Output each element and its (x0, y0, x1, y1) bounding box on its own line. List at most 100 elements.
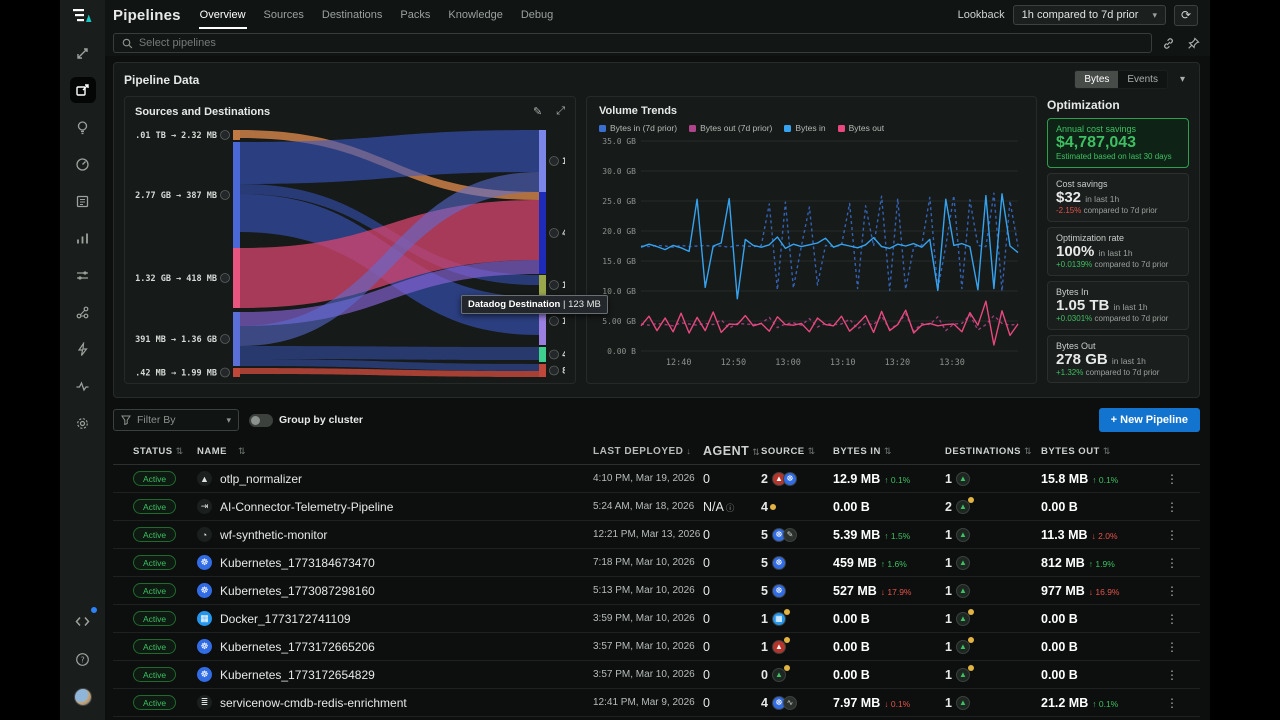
unit-toggle-events[interactable]: Events (1118, 71, 1167, 88)
column-header-source[interactable]: SOURCE⇅ (761, 446, 833, 457)
table-row[interactable]: Active≣servicenow-cmdb-redis-enrichment1… (113, 689, 1200, 717)
column-header-name[interactable]: NAME⇅ (197, 446, 593, 457)
column-header-status[interactable]: STATUS⇅ (113, 446, 197, 457)
app-logo[interactable] (71, 6, 95, 26)
lookback-select[interactable]: 1h compared to 7d prior ▾ (1013, 5, 1166, 25)
column-header-agent[interactable]: AGENT⇅ (703, 444, 761, 458)
copy-link-icon[interactable] (1162, 37, 1175, 50)
table-row[interactable]: Active☸Kubernetes_17731726652063:57 PM, … (113, 633, 1200, 661)
row-actions-kebab[interactable]: ⋮ (1157, 528, 1187, 542)
collapse-chevron-icon[interactable]: ▾ (1176, 74, 1189, 85)
expand-icon[interactable]: ⤢ (556, 105, 565, 118)
unit-toggle-bytes[interactable]: Bytes (1075, 71, 1118, 88)
svg-text:?: ? (80, 655, 85, 664)
table-row[interactable]: Active◔wf-synthetic-monitor12:21 PM, Mar… (113, 521, 1200, 549)
metric-card-bytes-in: Bytes In1.05 TB in last 1h+0.0301% compa… (1047, 281, 1189, 330)
docker-chip-icon: ▦ (772, 612, 786, 626)
row-actions-kebab[interactable]: ⋮ (1157, 584, 1187, 598)
k8s-chip-icon: ☸ (772, 584, 786, 598)
pipeline-name: Kubernetes_1773172654829 (220, 668, 375, 682)
last-deployed: 5:13 PM, Mar 10, 2026 (593, 585, 703, 596)
ed-chip-icon: ▲ (956, 612, 970, 626)
sankey-destination-label: 1.36 GB (562, 157, 565, 167)
pipeline-name: Kubernetes_1773184673470 (220, 556, 375, 570)
metrics-icon[interactable] (70, 225, 96, 251)
row-actions-kebab[interactable]: ⋮ (1157, 612, 1187, 626)
svg-text:35.0 GB: 35.0 GB (602, 137, 636, 146)
user-avatar[interactable] (70, 684, 96, 710)
bytes-out-cell: 0.00 B (1041, 500, 1157, 514)
bytes-in-cell: 459 MB↑ 1.6% (833, 556, 945, 570)
pipeline-name: wf-synthetic-monitor (220, 528, 327, 542)
table-row[interactable]: Active▦Docker_17731727411093:59 PM, Mar … (113, 605, 1200, 633)
column-header-bytes-out[interactable]: BYTES OUT⇅ (1041, 446, 1157, 457)
legend-item[interactable]: Bytes out (7d prior) (689, 123, 772, 133)
logs-icon[interactable] (70, 188, 96, 214)
tab-sources[interactable]: Sources (263, 1, 305, 29)
fleet-icon[interactable] (70, 299, 96, 325)
status-badge: Active (133, 639, 176, 654)
refresh-button[interactable]: ⟳ (1174, 5, 1198, 26)
new-pipeline-button[interactable]: + New Pipeline (1099, 408, 1200, 432)
tab-debug[interactable]: Debug (520, 1, 554, 29)
sankey-diagram[interactable]: 1.01 TB → 2.32 MB2.77 GB → 387 MB1.32 GB… (135, 122, 565, 386)
ed-chip-icon: ▲ (772, 668, 786, 682)
insights-icon[interactable] (70, 114, 96, 140)
tab-knowledge[interactable]: Knowledge (447, 1, 503, 29)
filter-by-select[interactable]: Filter By ▾ (113, 409, 239, 431)
sankey-source-label: 2.77 GB → 387 MB (135, 191, 217, 201)
row-actions-kebab[interactable]: ⋮ (1157, 472, 1187, 486)
row-actions-kebab[interactable]: ⋮ (1157, 668, 1187, 682)
chevron-down-icon: ▾ (226, 415, 231, 426)
agent-count: 0 (703, 612, 761, 626)
bytes-in-cell: 12.9 MB↑ 0.1% (833, 472, 945, 486)
row-actions-kebab[interactable]: ⋮ (1157, 500, 1187, 514)
column-header-bytes-in[interactable]: BYTES IN⇅ (833, 446, 945, 457)
tab-overview[interactable]: Overview (199, 1, 247, 29)
last-deployed: 7:18 PM, Mar 10, 2026 (593, 557, 703, 568)
ed-chip-icon: ▲ (956, 528, 970, 542)
column-header-destinations[interactable]: DESTINATIONS⇅ (945, 446, 1041, 457)
edit-icon[interactable]: ✎ (533, 105, 542, 118)
bytes-out-cell: 977 MB↓ 16.9% (1041, 584, 1157, 598)
sankey-destination-label: 8.52 MB (562, 367, 565, 377)
volume-trends-chart[interactable]: 0.00 B5.00 GB10.0 GB15.0 GB20.0 GB25.0 G… (599, 135, 1024, 373)
left-sidebar: ? (60, 0, 105, 720)
k8s-icon: ☸ (197, 555, 212, 570)
table-header: STATUS⇅NAME⇅LAST DEPLOYED↓AGENT⇅SOURCE⇅B… (113, 444, 1200, 465)
legend-item[interactable]: Bytes in (784, 123, 825, 133)
agent-count: 0 (703, 696, 761, 710)
processors-icon[interactable] (70, 262, 96, 288)
svg-text:5.00 GB: 5.00 GB (602, 317, 636, 326)
sankey-flow[interactable] (240, 346, 539, 360)
bytes-out-cell: 11.3 MB↓ 2.0% (1041, 528, 1157, 542)
api-code-icon[interactable] (70, 608, 96, 634)
pin-icon[interactable] (1187, 37, 1200, 50)
table-row[interactable]: Active⇥AI-Connector-Telemetry-Pipeline5:… (113, 493, 1200, 521)
automations-icon[interactable] (70, 336, 96, 362)
row-actions-kebab[interactable]: ⋮ (1157, 556, 1187, 570)
tab-destinations[interactable]: Destinations (321, 1, 384, 29)
connections-icon[interactable] (70, 40, 96, 66)
table-row[interactable]: Active▲otlp_normalizer4:10 PM, Mar 19, 2… (113, 465, 1200, 493)
tab-packs[interactable]: Packs (399, 1, 431, 29)
group-by-cluster-toggle[interactable] (249, 414, 273, 427)
ed-chip-icon: ▲ (956, 556, 970, 570)
search-input[interactable] (139, 37, 1143, 49)
agent-count: 0 (703, 640, 761, 654)
legend-item[interactable]: Bytes in (7d prior) (599, 123, 677, 133)
row-actions-kebab[interactable]: ⋮ (1157, 640, 1187, 654)
table-row[interactable]: Active☸Kubernetes_17730872981605:13 PM, … (113, 577, 1200, 605)
column-header-last-deployed[interactable]: LAST DEPLOYED↓ (593, 446, 703, 457)
k8s-chip-icon: ☸ (783, 472, 797, 486)
dashboards-icon[interactable] (70, 151, 96, 177)
table-row[interactable]: Active☸Kubernetes_17731846734707:18 PM, … (113, 549, 1200, 577)
help-icon[interactable]: ? (70, 646, 96, 672)
row-actions-kebab[interactable]: ⋮ (1157, 696, 1187, 710)
settings-icon[interactable] (70, 410, 96, 436)
optimization-title: Optimization (1047, 98, 1189, 112)
legend-item[interactable]: Bytes out (838, 123, 884, 133)
pipelines-icon[interactable] (70, 77, 96, 103)
monitors-icon[interactable] (70, 373, 96, 399)
table-row[interactable]: Active☸Kubernetes_17731726548293:57 PM, … (113, 661, 1200, 689)
